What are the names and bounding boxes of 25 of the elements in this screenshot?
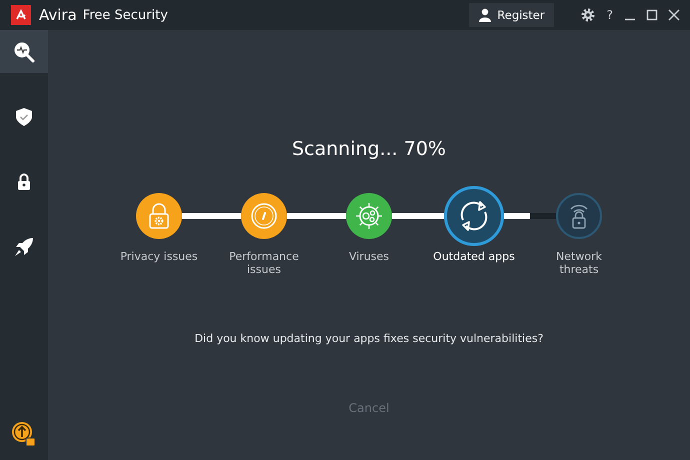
search-icon (13, 40, 35, 62)
window-title: Free Security (82, 8, 168, 22)
tip-text: Did you know updating your apps fixes security vulnerabilities? (194, 332, 544, 345)
virus-icon (354, 201, 384, 231)
step-label: Outdated apps (433, 250, 515, 263)
step-label: Privacy issues (120, 250, 198, 263)
gauge-icon (250, 202, 278, 230)
close-icon[interactable] (668, 9, 680, 21)
shield-icon (15, 106, 33, 126)
upgrade-icon[interactable] (11, 421, 37, 447)
step-label: Viruses (348, 250, 390, 263)
help-button[interactable]: ? (604, 8, 616, 22)
sidebar-item[interactable] (0, 30, 48, 73)
user-icon (478, 8, 492, 22)
register-button[interactable]: Register (469, 3, 554, 27)
lock-gear-icon (147, 203, 171, 229)
scan-status: Scanning... 70% (292, 138, 446, 160)
lock-icon (17, 172, 31, 190)
step-label: Performance issues (228, 250, 300, 276)
step-label: Network threats (555, 250, 603, 276)
rocket-icon (14, 236, 34, 256)
logo-icon (11, 5, 31, 25)
brand-name: Avira (39, 6, 77, 24)
settings-icon[interactable] (580, 7, 596, 23)
maximize-icon[interactable] (646, 9, 658, 21)
